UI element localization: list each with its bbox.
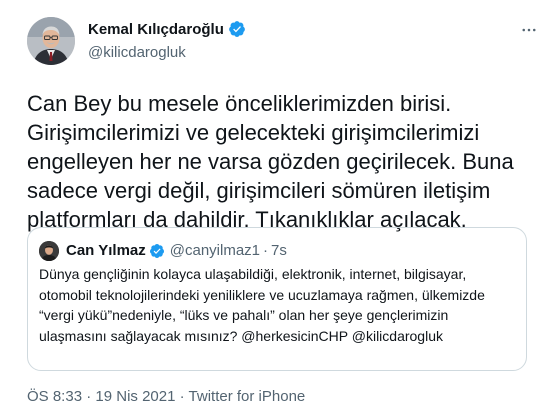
tweet-time[interactable]: ÖS 8:33 <box>27 388 82 405</box>
quoted-tweet[interactable]: Can Yılmaz @canyilmaz1 · 7s Dünya gençli… <box>27 227 527 371</box>
quoted-header: Can Yılmaz @canyilmaz1 · 7s <box>66 242 287 259</box>
quoted-time[interactable]: 7s <box>271 242 287 259</box>
author-avatar-image <box>27 17 75 65</box>
quoted-handle[interactable]: @canyilmaz1 <box>170 242 260 259</box>
tweet-source[interactable]: Twitter for iPhone <box>189 388 306 405</box>
quoted-display-name[interactable]: Can Yılmaz <box>66 242 146 259</box>
author-handle[interactable]: @kilicdarogluk <box>88 44 186 61</box>
verified-badge-icon <box>228 20 246 38</box>
tweet-text: Can Bey bu mesele önceliklerimizden biri… <box>27 91 514 232</box>
quoted-text: Dünya gençliğinin kolayca ulaşabildiği, … <box>39 266 485 344</box>
meta-separator: · <box>179 388 185 405</box>
author-display-name[interactable]: Kemal Kılıçdaroğlu <box>88 21 224 38</box>
quoted-author-avatar[interactable] <box>39 241 59 261</box>
tweet-date[interactable]: 19 Nis 2021 <box>95 388 175 405</box>
author-avatar[interactable] <box>27 17 75 65</box>
quoted-author-avatar-image <box>39 241 59 261</box>
verified-badge-icon <box>149 243 165 259</box>
quoted-separator: · <box>263 242 269 259</box>
meta-separator: · <box>86 388 92 405</box>
author-name-row: Kemal Kılıçdaroğlu <box>88 20 246 38</box>
tweet-card: Kemal Kılıçdaroğlu @kilicdarogluk Can Be… <box>0 0 557 416</box>
more-options-icon[interactable] <box>519 20 539 40</box>
tweet-meta: ÖS 8:33 · 19 Nis 2021 · Twitter for iPho… <box>27 388 305 405</box>
